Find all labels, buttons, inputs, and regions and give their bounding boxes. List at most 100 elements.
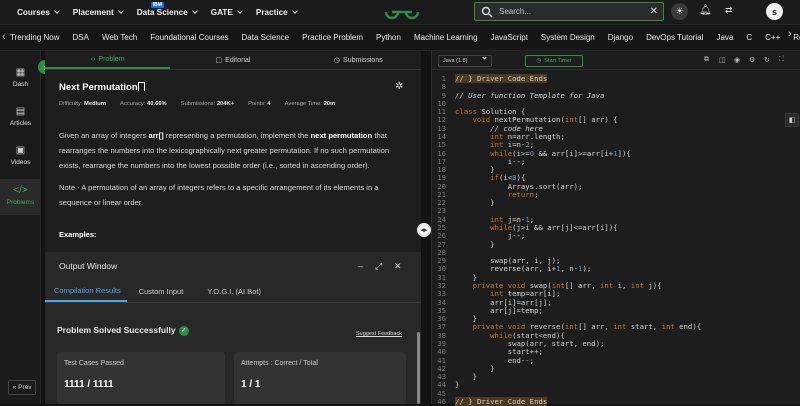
code-area[interactable]: 1// } Driver Code Ends 8 9// User function… [432,71,800,406]
card-value: 1 / 1 [241,379,261,390]
sidebar-item-label: Problems [6,199,35,206]
nav-practice-label: Practice [255,7,288,17]
code-editor-panel: Java (1.8) ◷ Start Timer ⧉ ◫ ◉ ⚙ ↻ ⛶ 1// … [431,51,800,406]
trending-link[interactable]: Practice Problem [302,33,363,42]
grid-icon: ▦ [15,67,26,78]
points: Points: 4 [248,101,271,107]
nav-data-science[interactable]: IBM Data Science [136,1,198,17]
video-icon: ▣ [15,145,26,156]
nav-gate[interactable]: GATE [211,8,243,17]
nav-placement[interactable]: Placement [73,8,124,17]
language-select[interactable]: Java (1.8) [438,55,492,67]
accuracy: Accuracy: 40.66% [120,101,167,107]
fullscreen-icon[interactable]: ⛶ [779,56,784,64]
editor-toolbar: Java (1.8) ◷ Start Timer ⧉ ◫ ◉ ⚙ ↻ ⛶ [432,51,800,70]
trending-bar: Trending Now DSA Web Tech Foundational Cour… [0,24,800,51]
nav-practice[interactable]: Practice [255,7,298,17]
code-line: // } Driver Code Ends [455,396,548,406]
split-view-icon[interactable]: ◫ [719,56,726,64]
submissions-label: Submissions: [180,101,216,107]
code-line: // User function Template for Java [455,90,605,100]
trending-link[interactable]: DevOps Tutorial [646,33,703,42]
settings-icon[interactable]: ◉ [734,56,740,64]
prev-button[interactable]: «Prev [8,380,36,395]
clock-icon: ◷ [333,57,341,64]
output-scrollbar[interactable] [417,332,420,404]
trending-link[interactable]: ReactJS [793,33,800,42]
theme-toggle-icon[interactable]: ☀ [671,3,688,20]
check-circle-icon: ✓ [178,325,189,336]
double-chevron-left-icon: « [12,384,17,391]
translate-icon[interactable]: ⇄ [725,5,733,16]
trending-link[interactable]: Foundational Courses [150,33,228,42]
resize-handle-icon[interactable]: ◂▸ [417,223,431,237]
difficulty-label: Difficulty: [59,101,83,107]
card-value: 1111 / 1111 [64,379,114,390]
sidebar-item-problems[interactable]: </> Problems [0,179,41,215]
trending-link[interactable]: C++ [765,33,780,42]
trending-link[interactable]: Machine Learning [414,33,478,42]
chevron-right-icon[interactable]: › [788,28,792,40]
trending-link[interactable]: Java [716,33,733,42]
tab-editorial[interactable]: ▢ Editorial [170,51,295,69]
chevron-down-icon [291,7,298,14]
chevron-down-icon [191,7,198,14]
desc-text: Given an array of integers [59,131,149,140]
card-label: Test Cases Passed [64,360,124,367]
refresh-icon[interactable]: ↻ [764,56,770,64]
trending-link[interactable]: Data Science [242,33,290,42]
search-box[interactable]: Search... ✕ [474,2,664,21]
gfg-logo[interactable] [384,3,420,21]
desc-bold: arr[] [148,131,164,140]
minimize-icon[interactable]: _ [358,257,363,267]
tab-yogi-ai-bot[interactable]: Y.O.G.I. (AI Bot) [195,281,273,302]
sidebar-item-dash[interactable]: ▦ Dash [0,67,41,88]
trending-link[interactable]: Web Tech [102,33,137,42]
sidebar-item-label: Articles [9,120,32,127]
points-label: Points: [248,101,266,107]
tab-submissions[interactable]: ◷ Submissions [296,51,421,69]
trending-link[interactable]: JavaScript [491,33,528,42]
desc-bold: next permutation [310,131,373,140]
trending-link[interactable]: Django [608,33,633,42]
article-icon: ▤ [15,106,26,117]
difficulty-value: Medium [84,101,106,107]
close-icon[interactable]: ✕ [394,261,402,272]
output-title: Output Window [59,261,118,271]
tab-compilation-results[interactable]: Compilation Results [45,281,127,302]
bookmark-icon[interactable] [138,82,145,91]
trending-link[interactable]: C [746,33,752,42]
submissions: Submissions: 204K+ [181,101,234,107]
theme-icon[interactable]: ◧ [785,113,799,127]
nav-courses[interactable]: Courses [17,8,60,17]
trending-link[interactable]: System Design [541,33,595,42]
bell-icon[interactable]: 🔔︎ [699,5,712,16]
copy-icon[interactable]: ⧉ [704,56,709,64]
code-icon: ‹› [90,55,96,63]
accuracy-value: 40.66% [147,101,167,107]
gear-icon[interactable]: ⚙ [749,56,755,64]
tab-custom-input[interactable]: Custom Input [127,281,196,302]
trending-link[interactable]: DSA [73,33,89,42]
sidebar-item-label: Videos [10,159,31,166]
ibm-badge: IBM [150,1,164,8]
status-message: Problem Solved Successfully ✓ [57,325,189,336]
start-timer-button[interactable]: ◷ Start Timer [525,55,583,67]
avatar[interactable]: s [766,3,783,20]
line-number: 46 [437,396,446,406]
sidebar-item-videos[interactable]: ▣ Videos [0,145,41,166]
suggest-feedback-link[interactable]: Suggest Feedback [356,331,402,337]
code-line: } [455,380,460,390]
search-input[interactable]: Search... [499,7,650,16]
tab-label: Problem [98,55,125,63]
tab-problem[interactable]: ‹› Problem [45,51,171,69]
problem-tabs: ‹› Problem ▢ Editorial ◷ Submissions [45,51,421,70]
sidebar-item-articles[interactable]: ▤ Articles [0,106,41,127]
bug-report-icon[interactable]: ✲ [395,81,403,92]
timer-icon: ◷ [536,58,542,64]
nav-data-science-label: Data Science [136,7,188,17]
desc-text: representing a permutation, implement th… [163,131,311,140]
close-icon[interactable]: ✕ [650,6,658,17]
expand-icon[interactable]: ⤢ [375,261,382,272]
trending-link[interactable]: Python [376,33,401,42]
